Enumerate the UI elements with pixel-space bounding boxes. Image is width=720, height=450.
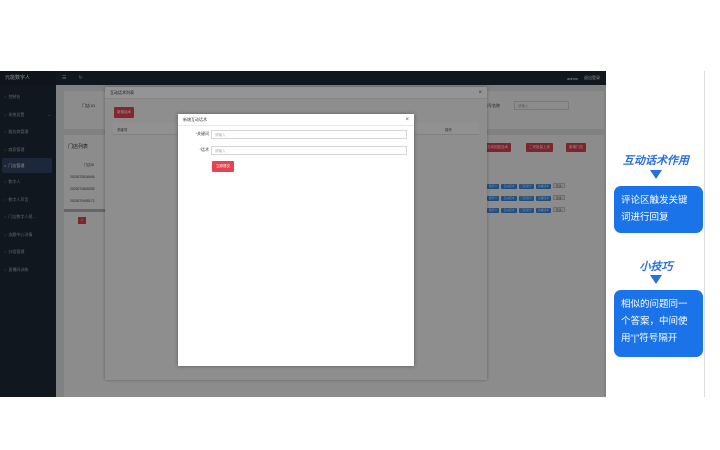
new-script-dialog: 新增互动话术 × *关键词 请输入 *话术 请输入 立即提交 xyxy=(178,114,414,366)
submit-button[interactable]: 立即提交 xyxy=(212,161,234,172)
dialog-header: 新增互动话术 × xyxy=(178,114,414,126)
divider xyxy=(704,71,705,397)
keyword-row: *关键词 请输入 xyxy=(178,129,414,139)
tips-title-purpose: 互动话术作用 xyxy=(623,155,689,167)
tips-box-tricks: 相似的问题同一个答案，中间使用“|”符号隔开 xyxy=(614,290,703,357)
script-label: *话术 xyxy=(199,147,209,152)
arrow-down-icon xyxy=(650,170,662,179)
keyword-input[interactable]: 请输入 xyxy=(211,129,407,139)
app-screenshot: 元能数字人 ○ 控制台 ○ 系统设置 ⌄ ○ 服务商管理 ○ 商家管理 ○ 门店管理 ○ 数字… xyxy=(0,71,606,397)
dialog-title: 新增互动话术 xyxy=(183,117,207,122)
script-row: *话术 请输入 xyxy=(178,145,414,155)
arrow-down-icon xyxy=(650,275,662,284)
tips-panel: 互动话术作用 评论区触发关键词进行回复 小技巧 相似的问题同一个答案，中间使用“… xyxy=(606,71,706,397)
keyword-label: *关键词 xyxy=(195,131,209,136)
tips-box-purpose: 评论区触发关键词进行回复 xyxy=(614,186,703,233)
close-icon[interactable]: × xyxy=(405,114,409,126)
script-input[interactable]: 请输入 xyxy=(211,145,407,155)
tips-title-tricks: 小技巧 xyxy=(639,261,673,273)
